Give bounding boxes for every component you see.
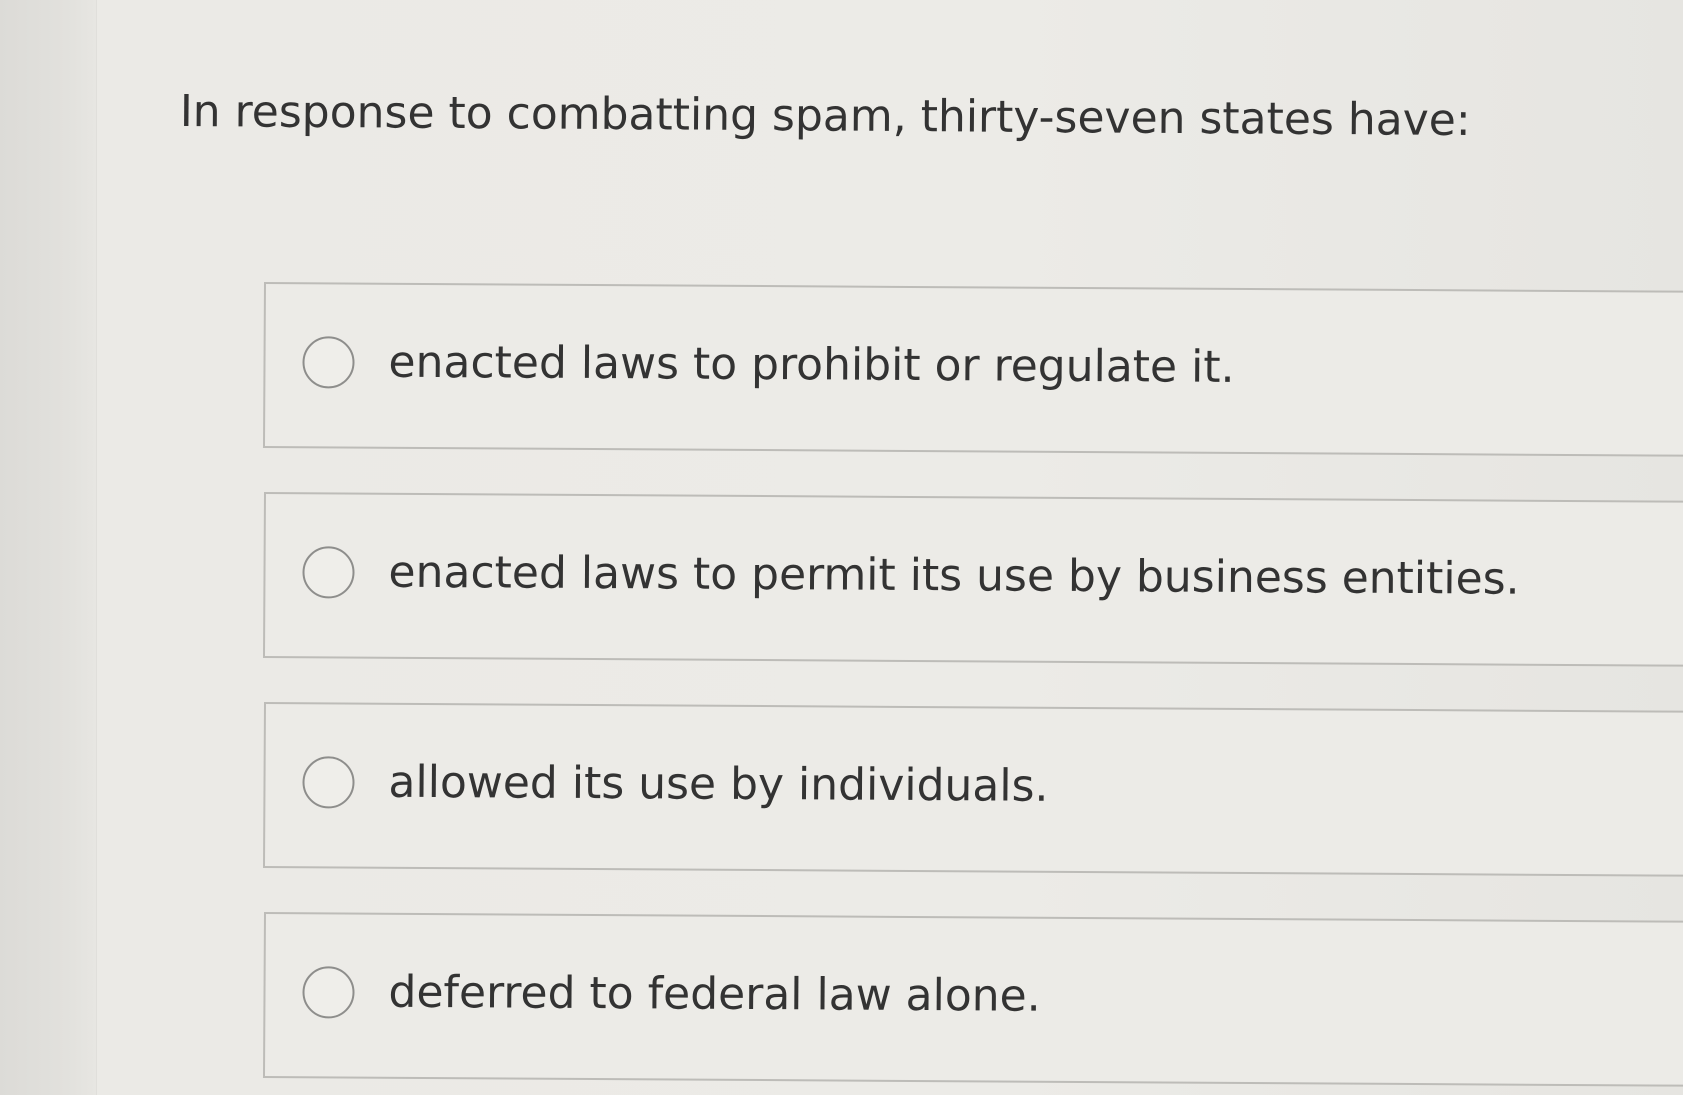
answer-label-2: enacted laws to permit its use by busine… <box>388 546 1520 605</box>
question-text: In response to combatting spam, thirty-s… <box>179 85 1471 147</box>
radio-button-3[interactable] <box>302 756 355 809</box>
answer-label-3: allowed its use by individuals. <box>388 756 1049 812</box>
answer-label-4: deferred to federal law alone. <box>388 966 1041 1022</box>
radio-button-2[interactable] <box>302 546 355 599</box>
answer-option-1[interactable]: enacted laws to prohibit or regulate it. <box>262 282 1683 457</box>
answer-option-3[interactable]: allowed its use by individuals. <box>262 702 1683 877</box>
answer-label-1: enacted laws to prohibit or regulate it. <box>388 336 1235 393</box>
answer-option-2[interactable]: enacted laws to permit its use by busine… <box>262 492 1683 667</box>
radio-button-1[interactable] <box>302 336 355 389</box>
left-margin <box>0 0 97 1095</box>
answer-option-4[interactable]: deferred to federal law alone. <box>262 912 1683 1087</box>
answer-options: enacted laws to prohibit or regulate it.… <box>262 282 1683 1095</box>
radio-button-4[interactable] <box>302 966 355 1019</box>
quiz-screen: In response to combatting spam, thirty-s… <box>0 0 1683 1095</box>
